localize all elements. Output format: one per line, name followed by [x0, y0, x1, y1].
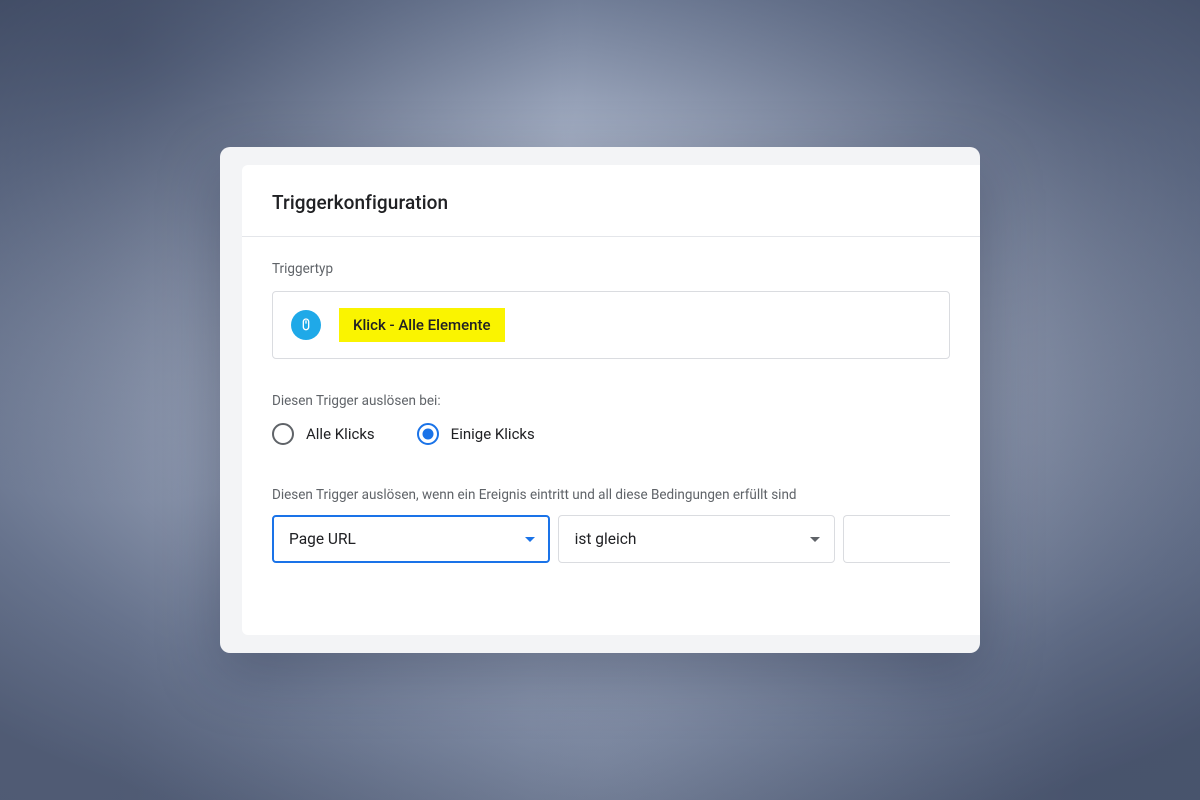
- condition-operator-select[interactable]: ist gleich: [558, 515, 836, 563]
- fire-on-radio-group: Alle Klicks Einige Klicks: [272, 423, 950, 445]
- trigger-config-panel: Triggerkonfiguration Triggertyp Klick - …: [242, 165, 980, 635]
- select-value-text: Page URL: [289, 530, 356, 548]
- mouse-click-icon: [291, 310, 321, 340]
- trigger-type-name: Klick - Alle Elemente: [339, 308, 505, 342]
- dialog-backdrop-card: Triggerkonfiguration Triggertyp Klick - …: [220, 147, 980, 653]
- radio-label: Alle Klicks: [306, 425, 375, 443]
- condition-value-input[interactable]: [843, 515, 950, 563]
- radio-all-clicks[interactable]: Alle Klicks: [272, 423, 375, 445]
- trigger-type-label: Triggertyp: [272, 261, 950, 277]
- trigger-type-selector[interactable]: Klick - Alle Elemente: [272, 291, 950, 359]
- radio-indicator: [272, 423, 294, 445]
- radio-indicator: [417, 423, 439, 445]
- panel-title: Triggerkonfiguration: [272, 191, 950, 214]
- chevron-down-icon: [810, 537, 820, 542]
- select-value-text: ist gleich: [575, 530, 637, 548]
- chevron-down-icon: [525, 537, 535, 542]
- panel-body: Triggertyp Klick - Alle Elemente Diesen …: [242, 237, 980, 563]
- panel-header: Triggerkonfiguration: [242, 165, 980, 237]
- condition-row: Page URL ist gleich: [272, 515, 950, 563]
- radio-label: Einige Klicks: [451, 425, 535, 443]
- condition-variable-select[interactable]: Page URL: [272, 515, 550, 563]
- fire-on-label: Diesen Trigger auslösen bei:: [272, 393, 950, 409]
- conditions-label: Diesen Trigger auslösen, wenn ein Ereign…: [272, 487, 950, 503]
- radio-some-clicks[interactable]: Einige Klicks: [417, 423, 535, 445]
